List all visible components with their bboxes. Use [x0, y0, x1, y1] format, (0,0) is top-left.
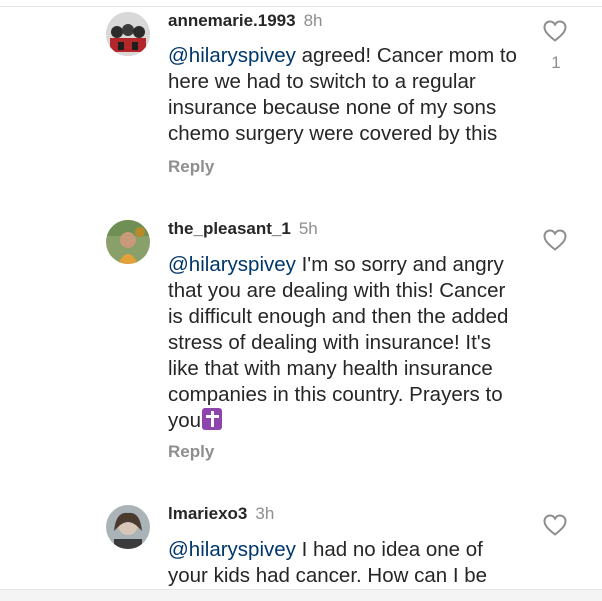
heart-icon[interactable]: [543, 514, 567, 536]
username[interactable]: the_pleasant_1: [168, 219, 291, 238]
heart-icon[interactable]: [543, 229, 567, 251]
username-row: annemarie.1993 8h: [168, 11, 323, 31]
like-count[interactable]: 1: [548, 53, 564, 73]
avatar[interactable]: [106, 12, 150, 56]
mention-link[interactable]: @hilaryspivey: [168, 44, 296, 67]
top-divider: [0, 6, 602, 7]
mention-link[interactable]: @hilaryspivey: [168, 253, 296, 276]
avatar-image: [106, 220, 150, 264]
reply-button[interactable]: Reply: [168, 442, 214, 462]
reply-button[interactable]: Reply: [168, 157, 214, 177]
comment-text: @hilaryspivey I had no idea one of your …: [168, 537, 518, 589]
avatar[interactable]: [106, 505, 150, 549]
timestamp[interactable]: 5h: [299, 219, 318, 238]
avatar-image: [106, 12, 150, 56]
username-row: the_pleasant_1 5h: [168, 219, 318, 239]
username[interactable]: annemarie.1993: [168, 11, 296, 30]
comment-body: I'm so sorry and angry that you are deal…: [168, 253, 509, 432]
username[interactable]: lmariexo3: [168, 504, 247, 523]
heart-icon[interactable]: [543, 20, 567, 42]
comment-text: @hilaryspivey agreed! Cancer mom to here…: [168, 43, 518, 147]
comment-text: @hilaryspivey I'm so sorry and angry tha…: [168, 252, 518, 434]
avatar-image: [106, 505, 150, 549]
bottom-bar: [0, 590, 602, 601]
latin-cross-emoji: [202, 408, 223, 430]
timestamp[interactable]: 3h: [255, 504, 274, 523]
timestamp[interactable]: 8h: [304, 11, 323, 30]
avatar[interactable]: [106, 220, 150, 264]
mention-link[interactable]: @hilaryspivey: [168, 538, 296, 561]
username-row: lmariexo3 3h: [168, 504, 274, 524]
